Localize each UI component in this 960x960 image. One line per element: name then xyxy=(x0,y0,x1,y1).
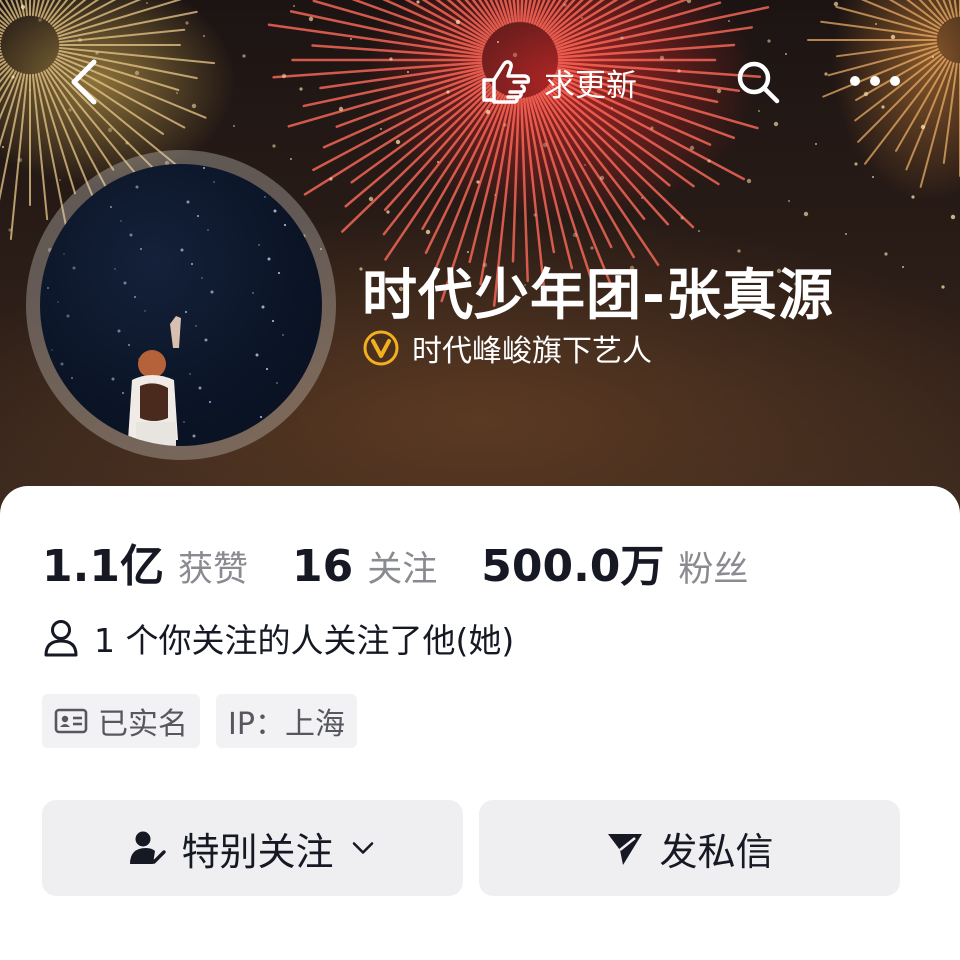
real-name-tag[interactable]: 已实名 xyxy=(42,694,200,748)
real-name-label: 已实名 xyxy=(98,707,188,742)
following-count[interactable]: 16 xyxy=(292,541,353,592)
followers-count[interactable]: 500.0万 xyxy=(481,530,664,594)
likes-count[interactable]: 1.1亿 xyxy=(42,530,164,594)
tags-row: 已实名 IP：上海 xyxy=(42,694,357,748)
verification-text: 时代峰峻旗下艺人 xyxy=(412,334,652,369)
profile-name: 时代少年团-张真源 xyxy=(362,263,834,327)
following-label: 关注 xyxy=(367,550,438,590)
search-icon xyxy=(737,61,780,104)
back-button[interactable] xyxy=(64,56,104,108)
ip-location-label: IP：上海 xyxy=(228,707,345,742)
special-follow-button[interactable]: 特别关注 xyxy=(42,800,463,896)
send-icon xyxy=(608,834,643,865)
request-update-label: 求更新 xyxy=(544,67,637,104)
send-message-label: 发私信 xyxy=(659,829,774,874)
avatar[interactable] xyxy=(40,164,322,446)
followers-label: 粉丝 xyxy=(678,550,749,590)
more-dots-icon xyxy=(850,76,900,86)
special-follow-label: 特别关注 xyxy=(181,829,334,874)
avatar-image xyxy=(40,164,287,446)
mutual-follow-row[interactable]: 1 个你关注的人关注了他(她) xyxy=(42,614,514,662)
likes-label: 获赞 xyxy=(177,550,248,590)
chevron-down-icon xyxy=(352,842,373,854)
request-update-button[interactable]: 求更新 xyxy=(478,54,637,110)
verified-v-badge-icon xyxy=(363,330,399,366)
send-message-button[interactable]: 发私信 xyxy=(479,800,900,896)
ip-location-tag: IP：上海 xyxy=(216,694,357,748)
id-card-icon xyxy=(54,708,88,734)
more-button[interactable] xyxy=(848,66,902,96)
pointing-hand-icon xyxy=(482,60,530,104)
mutual-follow-text: 1 个你关注的人关注了他(她) xyxy=(94,621,515,660)
person-check-icon xyxy=(130,831,167,864)
search-button[interactable] xyxy=(734,58,782,106)
stats-row: 1.1亿 获赞 16 关注 500.0万 粉丝 xyxy=(42,530,792,594)
person-outline-icon xyxy=(44,620,78,657)
verification-row: 时代峰峻旗下艺人 xyxy=(362,326,652,370)
chevron-left-icon xyxy=(71,59,97,105)
